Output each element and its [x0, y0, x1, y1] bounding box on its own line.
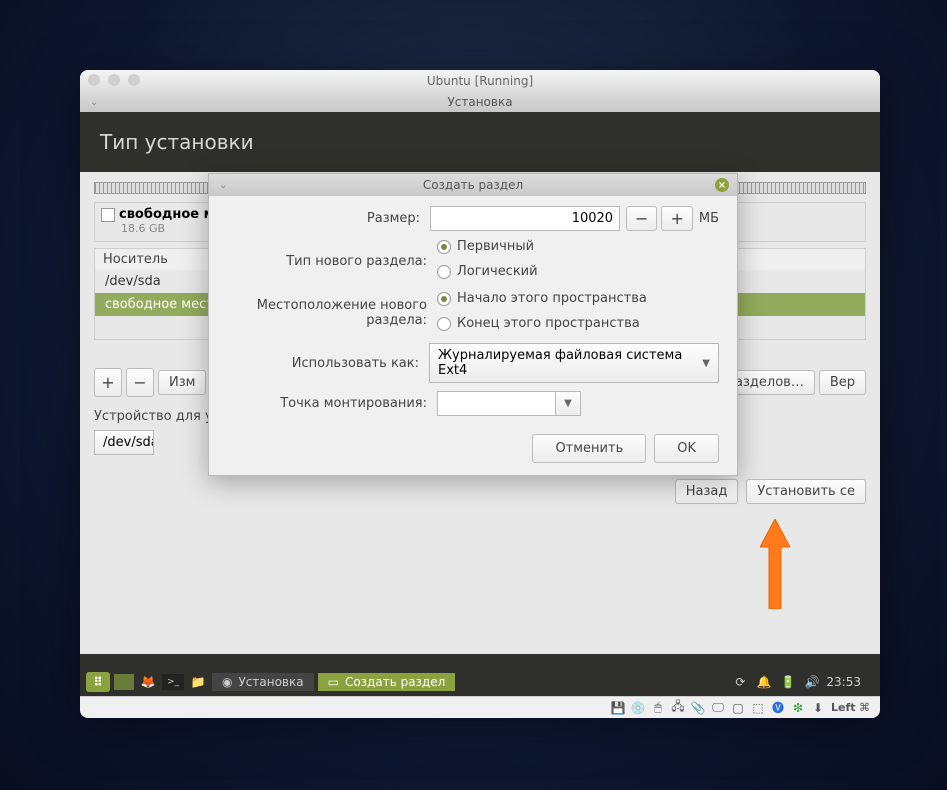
- installer-titlebar[interactable]: ⌄ Установка: [80, 92, 880, 112]
- mount-input[interactable]: [437, 391, 555, 416]
- size-increment-button[interactable]: +: [661, 206, 692, 231]
- taskbar-item-installer[interactable]: ◉ Установка: [212, 673, 314, 691]
- firefox-icon[interactable]: 🦊: [138, 672, 158, 692]
- radio-label: Логический: [457, 264, 538, 279]
- type-primary-radio[interactable]: Первичный: [437, 239, 534, 254]
- radio-icon: [437, 240, 451, 254]
- location-end-radio[interactable]: Конец этого пространства: [437, 316, 640, 331]
- vbox-traffic-lights[interactable]: [88, 74, 140, 86]
- volume-icon[interactable]: 🔊: [802, 672, 822, 692]
- dialog-body: Размер: − + МБ Тип нового раздела:: [209, 196, 737, 475]
- display2-icon[interactable]: ▢: [731, 701, 745, 715]
- capture-icon[interactable]: ⬇: [811, 701, 825, 715]
- usb-icon[interactable]: 🖱: [651, 701, 665, 715]
- show-desktop-icon[interactable]: [114, 674, 134, 690]
- installer-title: Установка: [447, 95, 512, 109]
- chevron-down-icon[interactable]: ⌄: [90, 97, 98, 108]
- back-button[interactable]: Назад: [675, 479, 739, 504]
- free-space-checkbox[interactable]: [101, 208, 115, 222]
- close-icon[interactable]: [88, 74, 100, 86]
- mount-dropdown-button[interactable]: ▼: [555, 391, 581, 416]
- page-title: Тип установки: [100, 130, 254, 154]
- vbox-statusbar: 💾 💿 🖱 🖧 📎 🖵 ▢ ⬚ 🅥 ❇ ⬇ Left ⌘: [80, 696, 880, 718]
- minimize-icon[interactable]: [108, 74, 120, 86]
- cancel-button[interactable]: Отменить: [532, 434, 646, 463]
- location-begin-radio[interactable]: Начало этого пространства: [437, 291, 647, 306]
- use-as-label: Использовать как:: [227, 356, 429, 371]
- radio-icon: [437, 292, 451, 306]
- change-partition-button[interactable]: Изм: [158, 370, 206, 395]
- add-partition-button[interactable]: +: [94, 368, 122, 397]
- size-unit: МБ: [699, 211, 719, 226]
- menu-icon[interactable]: ⠿: [86, 672, 110, 692]
- vbox-title: Ubuntu [Running]: [427, 74, 533, 88]
- terminal-icon[interactable]: >_: [162, 674, 184, 690]
- maximize-icon[interactable]: [128, 74, 140, 86]
- battery-icon[interactable]: 🔋: [778, 672, 798, 692]
- size-decrement-button[interactable]: −: [626, 206, 657, 231]
- select-value: Журналируемая файловая система Ext4: [438, 348, 702, 378]
- bootloader-select[interactable]: /dev/sda ATA VB: [94, 430, 154, 455]
- updates-icon[interactable]: ⟳: [730, 672, 750, 692]
- radio-icon: [437, 265, 451, 279]
- cd-icon[interactable]: 💿: [631, 701, 645, 715]
- network-icon[interactable]: 🔔: [754, 672, 774, 692]
- filesystem-select[interactable]: Журналируемая файловая система Ext4 ▼: [429, 343, 719, 383]
- radio-icon: [437, 317, 451, 331]
- dialog-title: Создать раздел: [423, 178, 523, 192]
- display-icon[interactable]: 🖵: [711, 701, 725, 715]
- virtualbox-window: Ubuntu [Running] ⌄ Установка Тип установ…: [80, 70, 880, 710]
- task-label: Установка: [238, 675, 303, 689]
- mount-label: Точка монтирования:: [227, 396, 437, 411]
- chevron-down-icon[interactable]: ⌄: [219, 180, 227, 191]
- size-label: Размер:: [227, 211, 430, 226]
- window-icon: ◉: [222, 675, 232, 689]
- arrow-annotation: [760, 519, 790, 609]
- radio-label: Конец этого пространства: [457, 316, 640, 331]
- taskbar-item-dialog[interactable]: ▭ Создать раздел: [318, 673, 456, 691]
- remove-partition-button[interactable]: −: [126, 368, 154, 397]
- net-icon[interactable]: 🖧: [671, 701, 685, 715]
- dialog-buttons: Отменить OK: [227, 434, 719, 463]
- radio-label: Начало этого пространства: [457, 291, 647, 306]
- installer-window: ⌄ Установка Тип установки свободное мест…: [80, 92, 880, 710]
- vbox-titlebar[interactable]: Ubuntu [Running]: [80, 70, 880, 92]
- share-icon[interactable]: 📎: [691, 701, 705, 715]
- radio-label: Первичный: [457, 239, 534, 254]
- create-partition-dialog: ⌄ Создать раздел × Размер: − + МБ: [208, 173, 738, 476]
- wizard-buttons: Назад Установить се: [94, 479, 866, 504]
- page-header: Тип установки: [80, 112, 880, 172]
- mouse-icon[interactable]: 🅥: [771, 701, 785, 715]
- close-icon[interactable]: ×: [715, 178, 729, 192]
- hdd-icon[interactable]: 💾: [611, 701, 625, 715]
- snapshot-icon[interactable]: ❇: [791, 701, 805, 715]
- window-icon: ▭: [328, 675, 339, 689]
- rec-icon[interactable]: ⬚: [751, 701, 765, 715]
- ok-button[interactable]: OK: [654, 434, 719, 463]
- task-label: Создать раздел: [345, 675, 445, 689]
- files-icon[interactable]: 📁: [188, 672, 208, 692]
- dialog-titlebar[interactable]: ⌄ Создать раздел ×: [209, 174, 737, 196]
- type-label: Тип нового раздела:: [227, 254, 437, 269]
- size-input[interactable]: [430, 206, 620, 231]
- host-key-label: Left ⌘: [831, 701, 870, 714]
- type-logical-radio[interactable]: Логический: [437, 264, 538, 279]
- taskbar[interactable]: ⠿ 🦊 >_ 📁 ◉ Установка ▭ Создать раздел ⟳ …: [80, 668, 867, 696]
- revert-button[interactable]: Вер: [819, 370, 866, 395]
- clock[interactable]: 23:53: [826, 675, 861, 689]
- chevron-down-icon: ▼: [702, 358, 710, 369]
- install-button[interactable]: Установить се: [746, 479, 866, 504]
- location-label: Местоположение нового раздела:: [227, 298, 437, 328]
